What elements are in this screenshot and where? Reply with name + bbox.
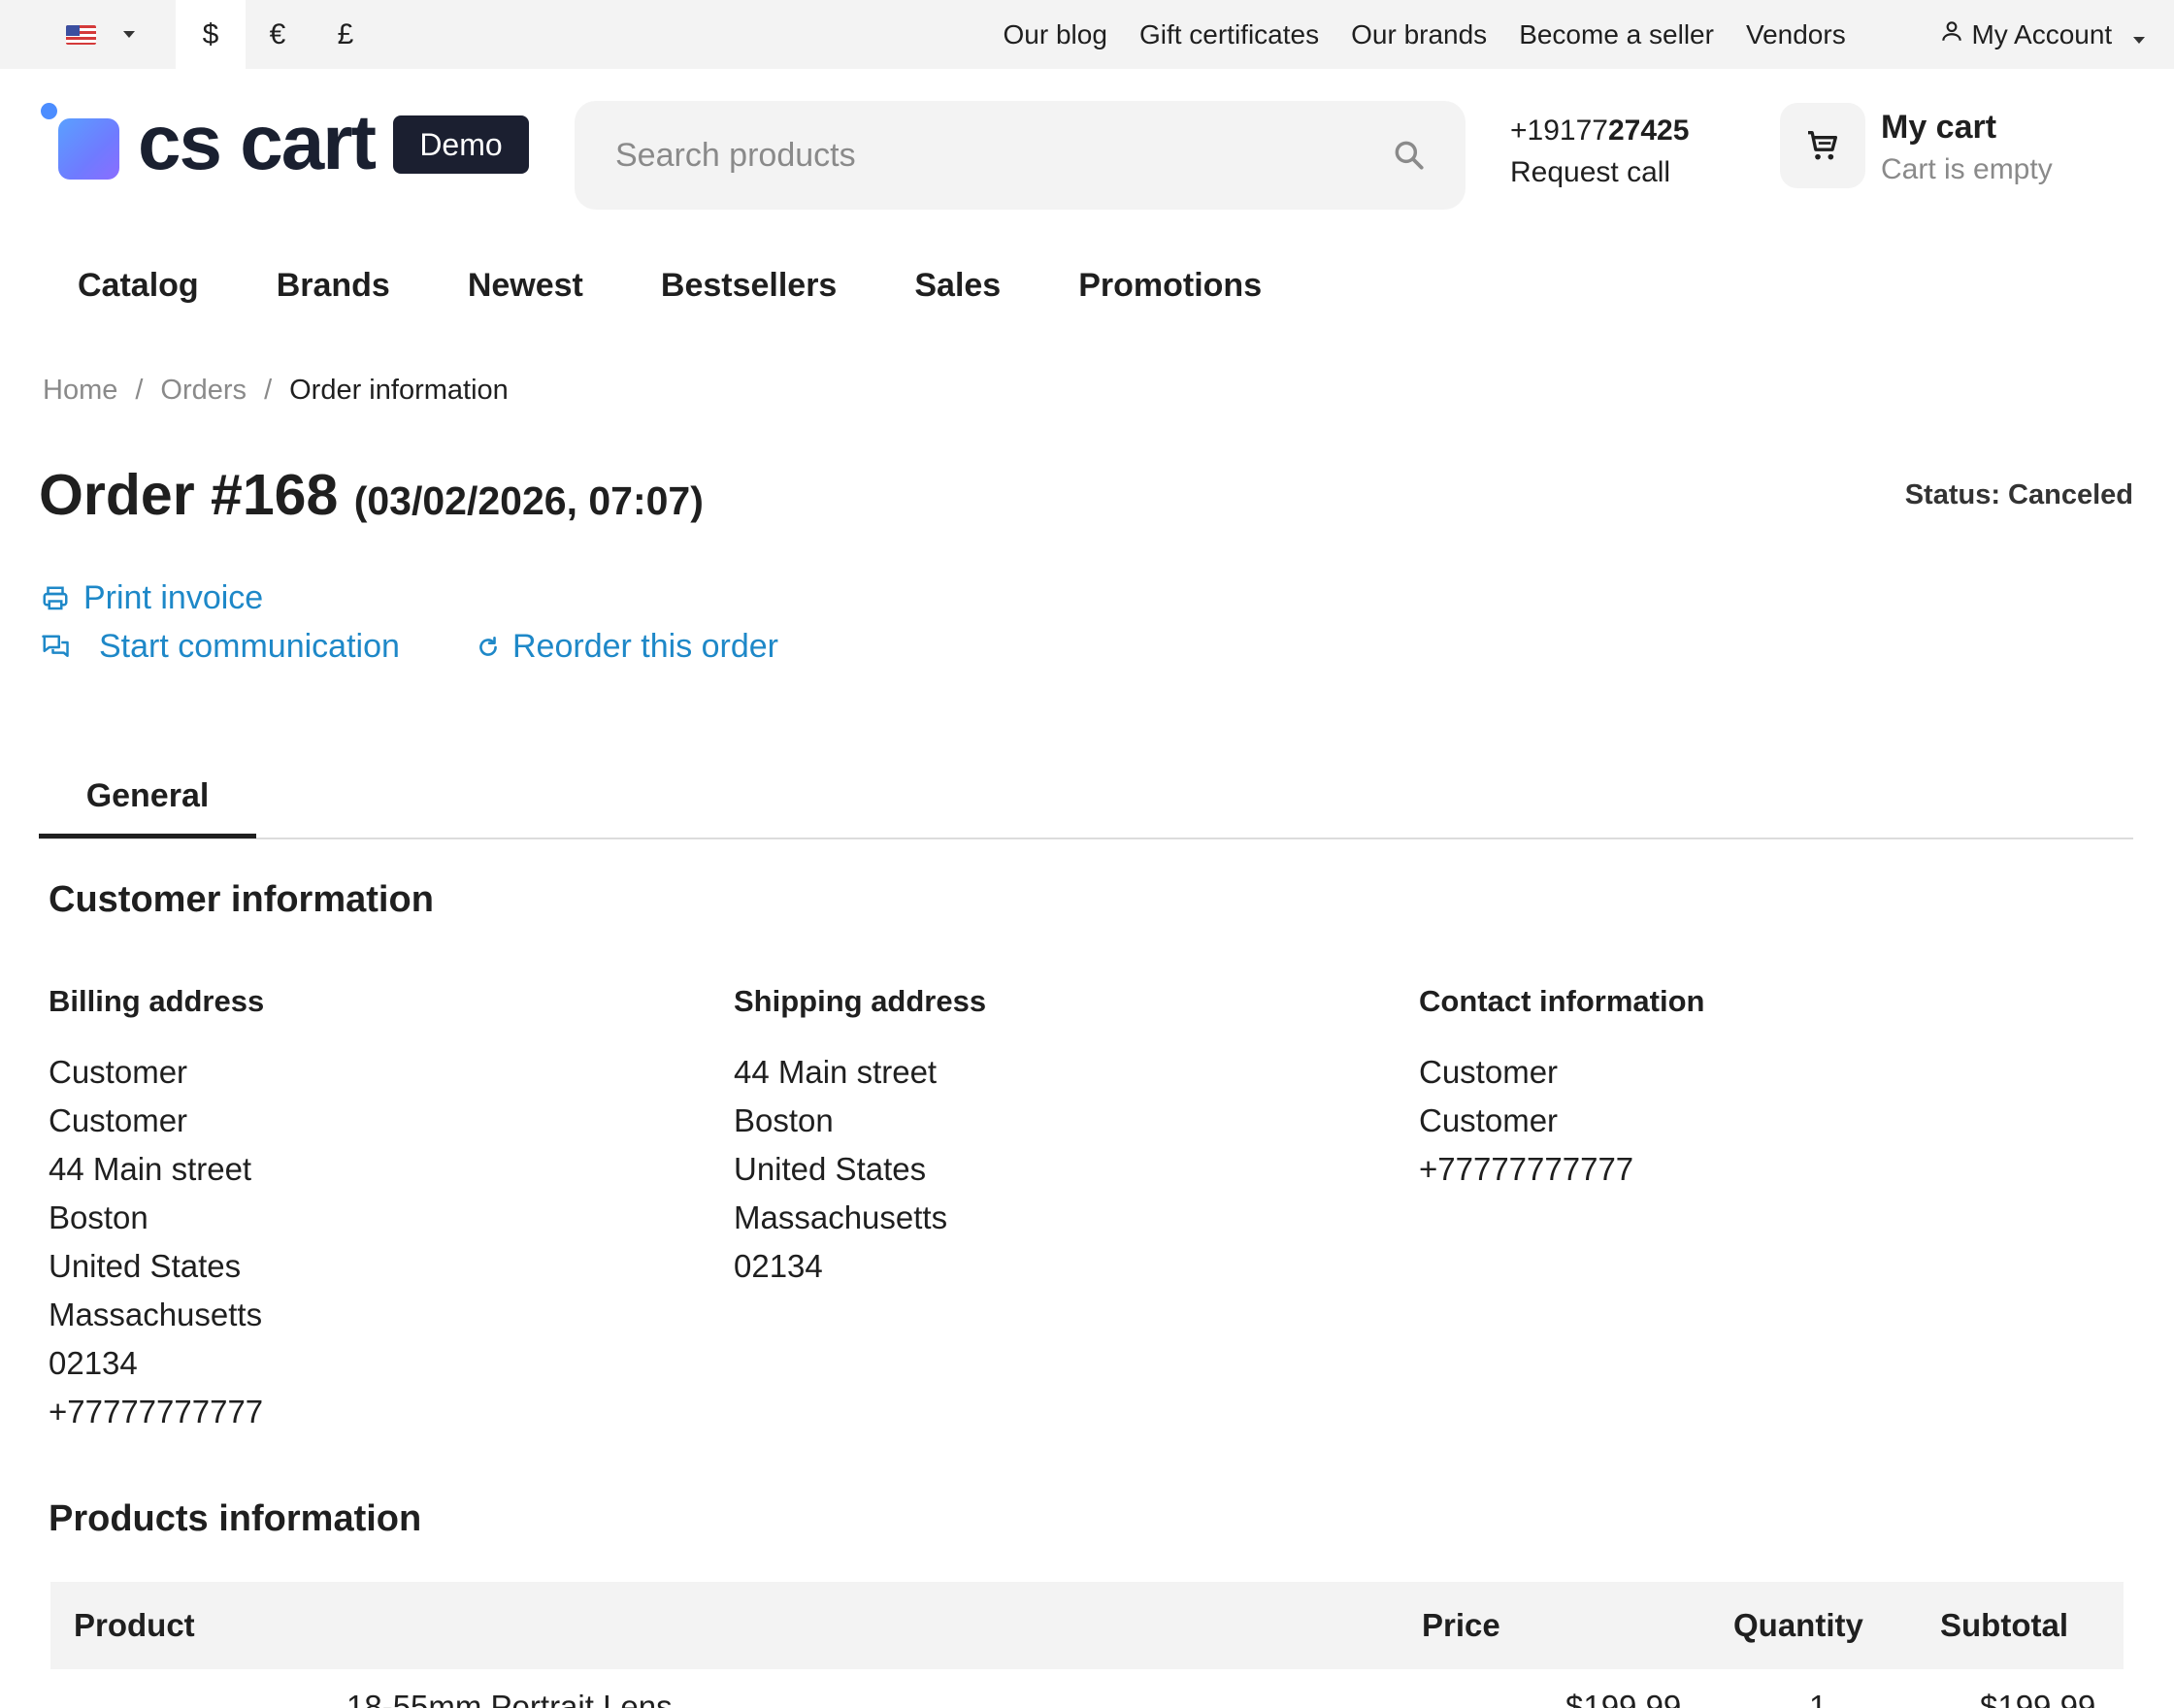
nav-newest[interactable]: Newest xyxy=(429,267,622,305)
column-price: Price xyxy=(1422,1607,1500,1643)
cart-button[interactable] xyxy=(1780,103,1865,188)
logo-text: cs cart xyxy=(138,99,377,185)
currency-usd[interactable]: $ xyxy=(176,0,246,69)
order-number: Order #168 xyxy=(39,463,339,527)
nav-promotions[interactable]: Promotions xyxy=(1039,267,1301,305)
search-icon xyxy=(1395,141,1424,170)
phone-suffix: 27425 xyxy=(1607,115,1690,147)
logo-dot xyxy=(41,103,57,119)
shipping-address: Shipping address 44 Main street Boston U… xyxy=(734,982,1335,1291)
search-input[interactable] xyxy=(615,101,1353,210)
reorder-label: Reorder this order xyxy=(512,628,779,665)
billing-address: Billing address Customer Customer 44 Mai… xyxy=(49,982,650,1436)
top-links: Our blog Gift certificates Our brands Be… xyxy=(1004,0,2174,69)
breadcrumb-separator: / xyxy=(264,375,273,406)
link-our-brands[interactable]: Our brands xyxy=(1351,19,1487,50)
product-subtotal: $199.99 xyxy=(1980,1689,2096,1708)
billing-line: 02134 xyxy=(49,1345,138,1381)
link-vendors[interactable]: Vendors xyxy=(1746,19,1846,50)
chat-icon xyxy=(42,635,69,657)
phone-prefix: +19177 xyxy=(1510,115,1608,147)
column-quantity: Quantity xyxy=(1733,1607,1863,1643)
cart-title[interactable]: My cart xyxy=(1881,105,1996,149)
products-table-header: Product Price Quantity Subtotal xyxy=(50,1582,2124,1669)
billing-line: 44 Main street xyxy=(49,1151,252,1187)
page-title: Order #168 (03/02/2026, 07:07) xyxy=(39,456,704,540)
cart-icon xyxy=(1808,131,1837,160)
logo[interactable]: cs cart Demo xyxy=(39,99,568,188)
breadcrumb-orders[interactable]: Orders xyxy=(160,375,247,407)
products-info-heading: Products information xyxy=(49,1498,422,1539)
contact-line: Customer xyxy=(1419,1102,1559,1138)
shipping-line: Massachusetts xyxy=(734,1199,948,1235)
refresh-icon xyxy=(479,636,497,656)
printer-icon xyxy=(43,586,68,609)
chevron-down-icon xyxy=(123,31,135,38)
billing-line: +77777777777 xyxy=(49,1394,264,1429)
currency-eur[interactable]: € xyxy=(246,0,310,69)
column-product: Product xyxy=(74,1607,195,1643)
shipping-address-title: Shipping address xyxy=(734,984,987,1018)
breadcrumb: Home / Orders / Order information xyxy=(43,375,509,407)
shipping-line: Boston xyxy=(734,1102,834,1138)
billing-address-title: Billing address xyxy=(49,984,265,1018)
logo-mark xyxy=(58,118,119,180)
nav-bestsellers[interactable]: Bestsellers xyxy=(622,267,875,305)
search-box xyxy=(575,101,1466,210)
request-call-link[interactable]: Request call xyxy=(1510,152,1670,193)
chevron-down-icon xyxy=(2133,37,2145,44)
breadcrumb-current: Order information xyxy=(289,375,509,406)
billing-line: Customer xyxy=(49,1102,188,1138)
tabs-divider xyxy=(39,838,2133,839)
us-flag-icon xyxy=(66,24,96,45)
shipping-line: 44 Main street xyxy=(734,1054,938,1090)
main-nav: Catalog Brands Newest Bestsellers Sales … xyxy=(39,258,1301,312)
start-communication-label: Start communication xyxy=(99,628,400,665)
tab-general[interactable]: General xyxy=(39,759,256,838)
breadcrumb-separator: / xyxy=(135,375,144,406)
column-subtotal: Subtotal xyxy=(1940,1607,2068,1643)
phone-number[interactable]: +1917727425 xyxy=(1510,111,1689,151)
shipping-line: United States xyxy=(734,1151,927,1187)
customer-info-heading: Customer information xyxy=(49,879,434,920)
nav-sales[interactable]: Sales xyxy=(875,267,1039,305)
billing-line: Boston xyxy=(49,1199,148,1235)
contact-line: +77777777777 xyxy=(1419,1151,1634,1187)
demo-badge: Demo xyxy=(393,115,529,174)
billing-line: Massachusetts xyxy=(49,1297,263,1332)
breadcrumb-home[interactable]: Home xyxy=(43,375,117,407)
link-our-blog[interactable]: Our blog xyxy=(1004,19,1107,50)
reorder-link[interactable]: Reorder this order xyxy=(476,628,778,666)
contact-information: Contact information Customer Customer +7… xyxy=(1419,982,2021,1194)
shipping-line: 02134 xyxy=(734,1248,823,1284)
cart-status: Cart is empty xyxy=(1881,153,2053,185)
nav-catalog[interactable]: Catalog xyxy=(39,267,238,305)
product-price: $199.99 xyxy=(1565,1689,1682,1708)
currency-gbp[interactable]: £ xyxy=(310,0,381,69)
language-selector[interactable] xyxy=(0,0,176,69)
my-account-label: My Account xyxy=(1971,19,2113,49)
order-date: (03/02/2026, 07:07) xyxy=(353,478,704,523)
link-become-a-seller[interactable]: Become a seller xyxy=(1519,19,1714,50)
start-communication-link[interactable]: Start communication xyxy=(41,628,400,666)
billing-line: United States xyxy=(49,1248,242,1284)
link-gift-certificates[interactable]: Gift certificates xyxy=(1139,19,1319,50)
product-name-link[interactable]: 18-55mm Portrait Lens xyxy=(346,1689,673,1708)
billing-line: Customer xyxy=(49,1054,188,1090)
nav-brands[interactable]: Brands xyxy=(238,267,429,305)
my-account-menu[interactable]: My Account xyxy=(1939,18,2145,50)
order-status: Status: Canceled xyxy=(1904,479,2133,510)
print-invoice-label: Print invoice xyxy=(83,579,264,616)
contact-information-title: Contact information xyxy=(1419,984,1705,1018)
user-icon xyxy=(1941,21,1961,41)
print-invoice-link[interactable]: Print invoice xyxy=(41,579,263,617)
product-quantity: 1 xyxy=(1809,1689,1828,1708)
search-button[interactable] xyxy=(1386,132,1433,179)
contact-line: Customer xyxy=(1419,1054,1559,1090)
